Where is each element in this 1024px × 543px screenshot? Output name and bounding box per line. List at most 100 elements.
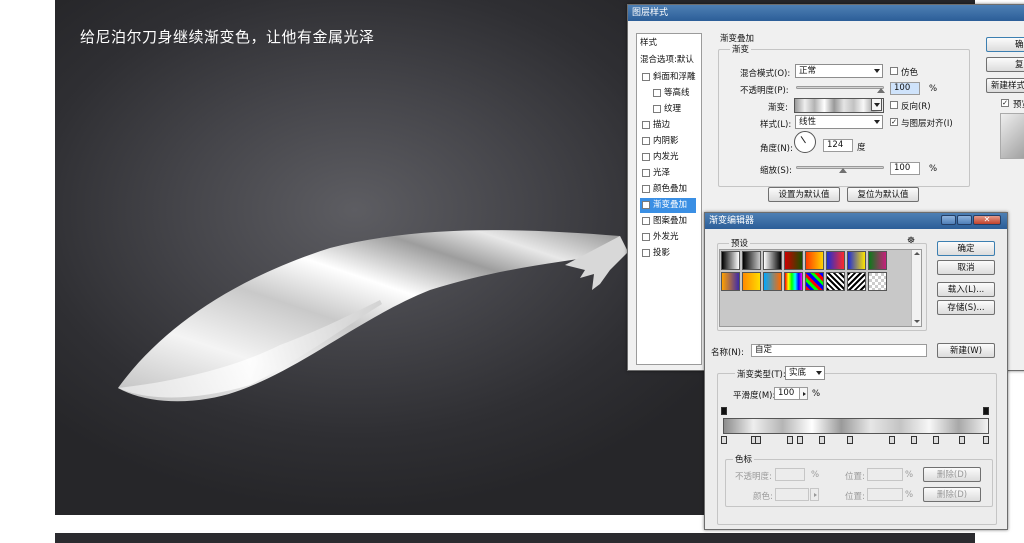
color-stop[interactable] bbox=[959, 436, 965, 444]
sidebar-item-checkbox[interactable] bbox=[642, 185, 650, 193]
minimize-button[interactable] bbox=[941, 215, 956, 225]
sidebar-item[interactable]: 图案叠加 bbox=[640, 214, 696, 229]
color-stop[interactable] bbox=[911, 436, 917, 444]
gradient-preset-swatch[interactable] bbox=[868, 272, 887, 291]
style-select[interactable]: 线性 bbox=[795, 115, 883, 129]
sidebar-item-checkbox[interactable] bbox=[642, 73, 650, 81]
close-button[interactable]: ✕ bbox=[973, 215, 1001, 225]
color-stop[interactable] bbox=[889, 436, 895, 444]
opacity-stop-left[interactable] bbox=[721, 407, 727, 415]
angle-input[interactable]: 124 bbox=[823, 139, 853, 152]
color-stop[interactable] bbox=[983, 436, 989, 444]
opacity-stop-right[interactable] bbox=[983, 407, 989, 415]
color-stop[interactable] bbox=[797, 436, 803, 444]
gradient-preset-swatch[interactable] bbox=[805, 272, 824, 291]
sidebar-item-checkbox[interactable] bbox=[642, 153, 650, 161]
angle-dial[interactable] bbox=[794, 131, 816, 153]
presets-list[interactable] bbox=[719, 249, 922, 327]
reset-button[interactable]: 复 bbox=[986, 57, 1024, 72]
scale-slider-thumb[interactable] bbox=[839, 168, 847, 173]
gradient-preset-swatch[interactable] bbox=[847, 251, 866, 270]
smoothness-dropdown-icon[interactable] bbox=[799, 387, 808, 400]
stop-location-input[interactable] bbox=[867, 468, 903, 481]
gradient-type-select[interactable]: 实底 bbox=[785, 366, 825, 380]
gradient-preset-swatch[interactable] bbox=[763, 272, 782, 291]
sidebar-item[interactable]: 等高线 bbox=[651, 86, 707, 101]
gradient-preset-swatch[interactable] bbox=[742, 251, 761, 270]
sidebar-item[interactable]: 斜面和浮雕 bbox=[640, 70, 696, 85]
sidebar-item[interactable]: 投影 bbox=[640, 246, 696, 261]
gradient-preset-swatch[interactable] bbox=[763, 251, 782, 270]
sidebar-item[interactable]: 颜色叠加 bbox=[640, 182, 696, 197]
sidebar-item-checkbox[interactable] bbox=[642, 233, 650, 241]
preview-checkbox[interactable]: ✓ bbox=[1001, 99, 1009, 107]
sidebar-item-checkbox[interactable] bbox=[653, 89, 661, 97]
opacity-slider[interactable] bbox=[796, 86, 885, 93]
gradient-preset-swatch[interactable] bbox=[847, 272, 866, 291]
gradient-preset-swatch[interactable] bbox=[721, 272, 740, 291]
gradient-preset-swatch[interactable] bbox=[826, 272, 845, 291]
presets-scrollbar[interactable] bbox=[911, 250, 921, 326]
sidebar-item-checkbox[interactable] bbox=[642, 249, 650, 257]
gradient-preset-swatch[interactable] bbox=[742, 272, 761, 291]
delete-opacity-stop-button[interactable]: 删除(D) bbox=[923, 467, 981, 482]
stop-color-swatch[interactable] bbox=[775, 488, 809, 501]
sidebar-item[interactable]: 内发光 bbox=[640, 150, 696, 165]
gradient-preset-swatch[interactable] bbox=[805, 251, 824, 270]
blend-options-item[interactable]: 混合选项:默认 bbox=[640, 53, 698, 65]
stop-color-menu-icon[interactable] bbox=[810, 488, 819, 501]
gradient-preset-swatch[interactable] bbox=[784, 272, 803, 291]
sidebar-item-checkbox[interactable] bbox=[653, 105, 661, 113]
gradient-preset-swatch[interactable] bbox=[721, 251, 740, 270]
gradient-bar[interactable] bbox=[723, 418, 989, 434]
sidebar-item[interactable]: 纹理 bbox=[651, 102, 707, 117]
color-stop[interactable] bbox=[933, 436, 939, 444]
reverse-checkbox[interactable] bbox=[890, 101, 898, 109]
sidebar-item[interactable]: 外发光 bbox=[640, 230, 696, 245]
gradient-load-button[interactable]: 载入(L)... bbox=[937, 282, 995, 297]
set-default-button[interactable]: 设置为默认值 bbox=[768, 187, 840, 202]
dither-checkbox[interactable] bbox=[890, 67, 898, 75]
smoothness-input[interactable]: 100 bbox=[774, 387, 800, 400]
gradient-preset-swatch[interactable] bbox=[868, 251, 887, 270]
sidebar-item[interactable]: 描边 bbox=[640, 118, 696, 133]
color-stop[interactable] bbox=[819, 436, 825, 444]
gradient-preset-swatch[interactable] bbox=[826, 251, 845, 270]
gradient-save-button[interactable]: 存储(S)... bbox=[937, 300, 995, 315]
sidebar-item-checkbox[interactable] bbox=[642, 121, 650, 129]
align-with-layer-checkbox[interactable]: ✓ bbox=[890, 118, 898, 126]
new-style-button[interactable]: 新建样式 bbox=[986, 78, 1024, 93]
scale-slider[interactable] bbox=[796, 166, 884, 173]
gradient-cancel-button[interactable]: 取消 bbox=[937, 260, 995, 275]
stop-color-location-input[interactable] bbox=[867, 488, 903, 501]
new-gradient-button[interactable]: 新建(W) bbox=[937, 343, 995, 358]
sidebar-item-checkbox[interactable] bbox=[642, 169, 650, 177]
opacity-input[interactable]: 100 bbox=[890, 82, 920, 95]
presets-menu-icon[interactable]: ☸ bbox=[907, 236, 915, 246]
color-stop[interactable] bbox=[721, 436, 727, 444]
blend-mode-select[interactable]: 正常 bbox=[795, 64, 883, 78]
styles-header[interactable]: 样式 bbox=[640, 36, 657, 48]
name-input[interactable]: 自定 bbox=[751, 344, 927, 357]
color-stop[interactable] bbox=[755, 436, 761, 444]
delete-color-stop-button[interactable]: 删除(D) bbox=[923, 487, 981, 502]
sidebar-item[interactable]: 内阴影 bbox=[640, 134, 696, 149]
color-stop[interactable] bbox=[847, 436, 853, 444]
chevron-down-icon[interactable] bbox=[914, 320, 920, 323]
stop-opacity-input[interactable] bbox=[775, 468, 805, 481]
gradient-ok-button[interactable]: 确定 bbox=[937, 241, 995, 256]
sidebar-item-checkbox[interactable] bbox=[642, 217, 650, 225]
sidebar-item-checkbox[interactable]: ✓ bbox=[642, 201, 650, 209]
maximize-button[interactable] bbox=[957, 215, 972, 225]
scale-input[interactable]: 100 bbox=[890, 162, 920, 175]
color-stop[interactable] bbox=[787, 436, 793, 444]
gradient-dropdown-button[interactable] bbox=[871, 98, 882, 111]
opacity-slider-thumb[interactable] bbox=[877, 88, 885, 93]
reset-default-button[interactable]: 复位为默认值 bbox=[847, 187, 919, 202]
sidebar-item[interactable]: 光泽 bbox=[640, 166, 696, 181]
gradient-preset-swatch[interactable] bbox=[784, 251, 803, 270]
sidebar-item-checkbox[interactable] bbox=[642, 137, 650, 145]
chevron-up-icon[interactable] bbox=[914, 252, 920, 255]
ok-button[interactable]: 确 bbox=[986, 37, 1024, 52]
sidebar-item[interactable]: ✓ 渐变叠加 bbox=[640, 198, 696, 213]
